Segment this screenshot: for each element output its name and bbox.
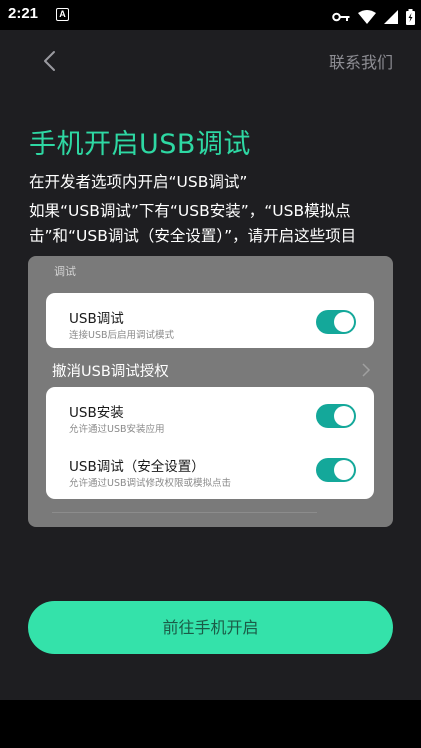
contact-us-link[interactable]: 联系我们: [329, 49, 393, 73]
setting-row-usb-install: USB安装 允许通过USB安装应用: [69, 401, 356, 445]
notification-app-icon: A: [56, 8, 69, 21]
usb-install-toggle[interactable]: [316, 404, 356, 428]
section-label: 调试: [54, 265, 76, 278]
system-nav-bar: [0, 700, 421, 748]
setting-title: USB安装: [69, 405, 124, 421]
setting-title: USB调试: [69, 311, 124, 327]
toggle-knob: [334, 406, 354, 426]
instruction-text: 如果“USB调试”下有“USB安装”，“USB模拟点击”和“USB调试（安全设置…: [29, 202, 357, 245]
status-time: 2:21: [8, 5, 39, 22]
battery-icon: [406, 8, 415, 25]
settings-illustration: 调试 USB调试 连接USB后启用调试模式 撤消USB调试授权 USB安装 允许…: [28, 256, 393, 527]
go-to-phone-settings-button[interactable]: 前往手机开启: [28, 601, 393, 654]
page-subtitle: 在开发者选项内开启“USB调试”: [29, 173, 248, 191]
status-bar: 2:21 A: [0, 0, 421, 30]
setting-row-usb-debug: USB调试 连接USB后启用调试模式: [69, 307, 356, 351]
key-icon: [331, 12, 350, 21]
usb-options-card: USB安装 允许通过USB安装应用 USB调试（安全设置） 允许通过USB调试修…: [46, 387, 374, 499]
setting-title: USB调试（安全设置）: [69, 459, 205, 475]
setting-subtitle: 允许通过USB安装应用: [69, 424, 165, 435]
page-title: 手机开启USB调试: [29, 129, 251, 160]
toggle-knob: [334, 312, 354, 332]
setting-row-usb-debug-security: USB调试（安全设置） 允许通过USB调试修改权限或模拟点击: [69, 455, 356, 499]
chevron-left-icon: [44, 51, 55, 71]
usb-debug-toggle[interactable]: [316, 310, 356, 334]
usb-debug-security-toggle[interactable]: [316, 458, 356, 482]
divider: [52, 512, 317, 513]
chevron-right-icon: [362, 363, 371, 377]
toggle-knob: [334, 460, 354, 480]
setting-subtitle: 连接USB后启用调试模式: [69, 330, 175, 341]
wifi-icon: [357, 9, 376, 24]
back-button[interactable]: [36, 46, 66, 76]
setting-subtitle: 允许通过USB调试修改权限或模拟点击: [69, 478, 232, 489]
signal-icon: [383, 9, 398, 24]
usb-debug-card: USB调试 连接USB后启用调试模式: [46, 293, 374, 348]
revoke-usb-auth-item: 撤消USB调试授权: [52, 364, 169, 380]
